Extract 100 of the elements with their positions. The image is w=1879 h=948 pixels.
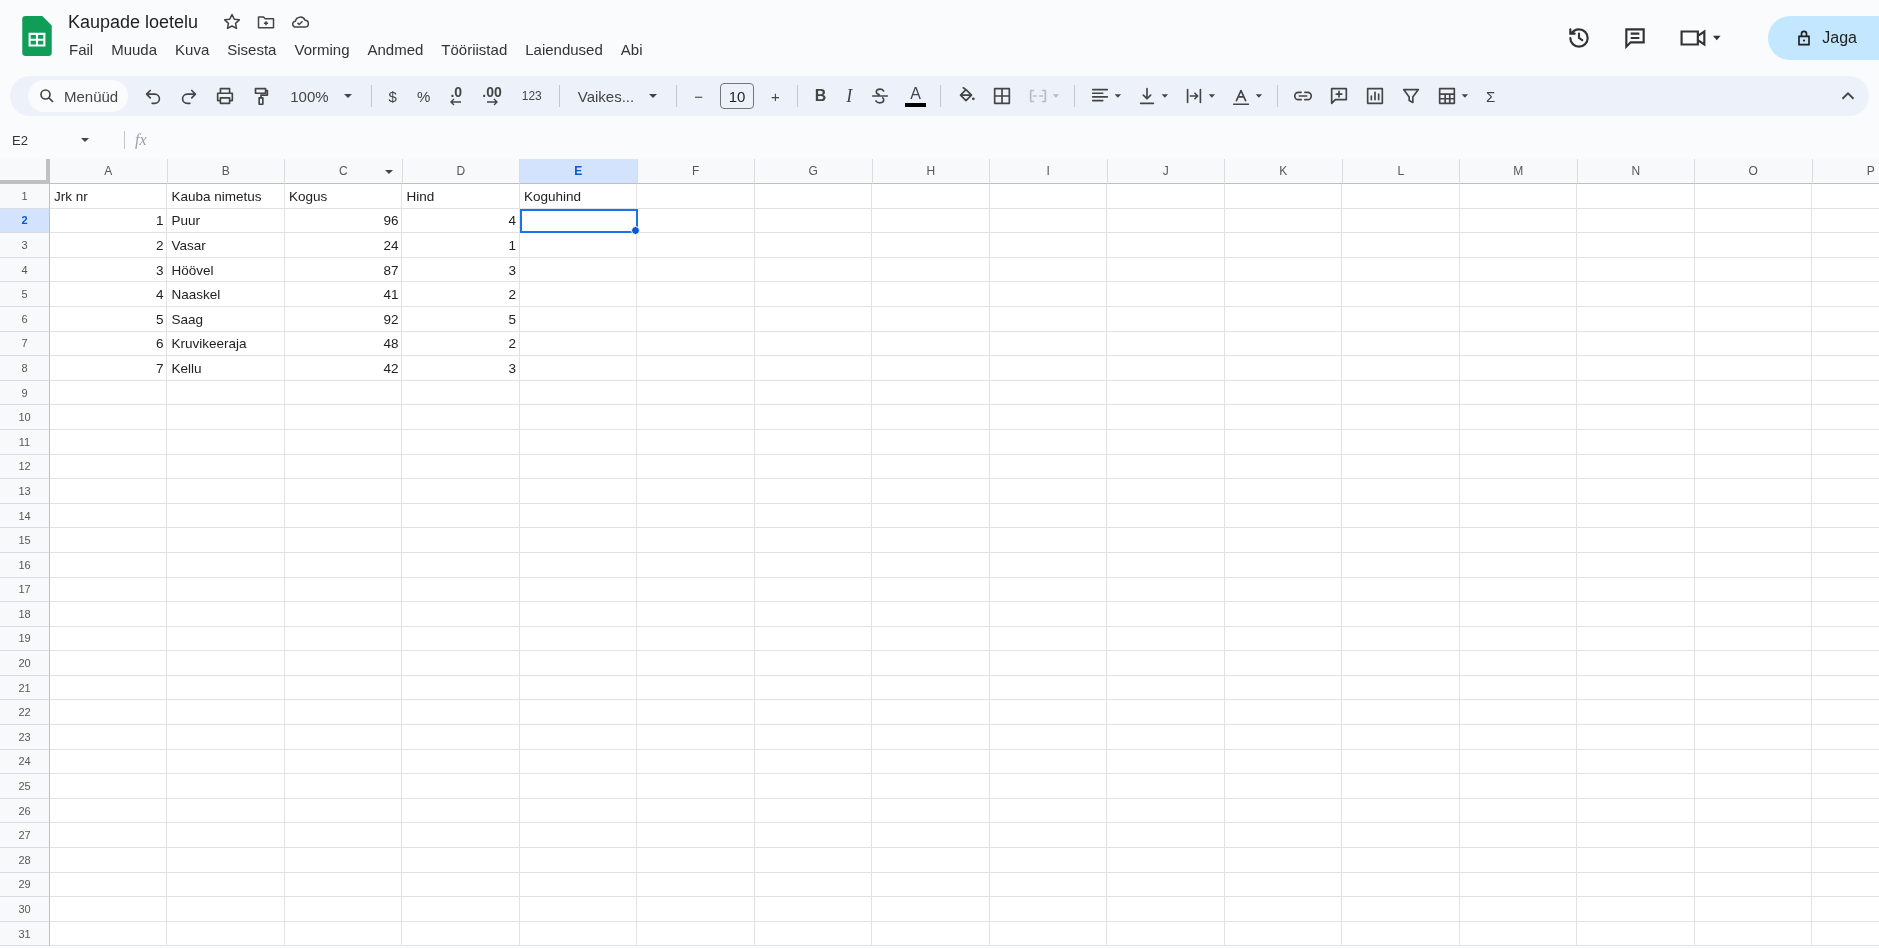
share-button[interactable]: Jaga bbox=[1768, 16, 1879, 60]
row-header[interactable]: 13 bbox=[0, 479, 50, 504]
table-cell-text: Kruvikeeraja bbox=[170, 335, 248, 354]
column-header[interactable]: A bbox=[50, 159, 168, 184]
row-header[interactable]: 22 bbox=[0, 700, 50, 726]
row-header[interactable]: 23 bbox=[0, 725, 50, 750]
row-header[interactable]: 3 bbox=[0, 233, 50, 258]
table-cell-text: 24 bbox=[382, 237, 400, 255]
column-header[interactable]: D bbox=[402, 159, 520, 184]
row-header[interactable]: 20 bbox=[0, 651, 50, 676]
table-cell-text: 4 bbox=[507, 212, 517, 231]
name-box[interactable]: E2 bbox=[12, 132, 108, 148]
menu-item[interactable]: Fail bbox=[68, 39, 102, 60]
row-header[interactable]: 10 bbox=[0, 405, 50, 430]
row-header[interactable]: 4 bbox=[0, 257, 50, 283]
row-header[interactable]: 29 bbox=[0, 872, 50, 898]
toolbar-button[interactable]: Σ bbox=[1482, 87, 1499, 105]
search-icon bbox=[38, 87, 56, 105]
menu-item[interactable]: Abi bbox=[612, 39, 651, 60]
row-header[interactable]: 31 bbox=[0, 921, 50, 947]
star-icon[interactable] bbox=[222, 12, 243, 32]
left-arrow-icon bbox=[450, 98, 463, 106]
column-header[interactable]: J bbox=[1107, 159, 1225, 184]
table-cell-text: Puur bbox=[170, 212, 202, 231]
row-header[interactable]: 27 bbox=[0, 823, 50, 849]
column-header[interactable]: H bbox=[872, 159, 990, 184]
column-header[interactable]: F bbox=[637, 159, 755, 184]
toolbar-button[interactable]: + bbox=[767, 87, 783, 105]
toolbar-dropdown[interactable]: 100% bbox=[286, 87, 357, 105]
row-header[interactable]: 25 bbox=[0, 774, 50, 799]
row-header[interactable]: 18 bbox=[0, 602, 50, 627]
row-header[interactable]: 8 bbox=[0, 356, 50, 381]
row-header[interactable]: 1 bbox=[0, 184, 50, 209]
table-cell-text: 7 bbox=[155, 359, 165, 378]
column-header[interactable]: I bbox=[990, 159, 1108, 184]
toolbar-button[interactable]: .0 bbox=[447, 86, 466, 106]
table-cell-text: Kogus bbox=[288, 187, 329, 206]
row-header[interactable]: 15 bbox=[0, 528, 50, 553]
toolbar-button[interactable]: I bbox=[843, 85, 856, 107]
row-header[interactable]: 2 bbox=[0, 208, 50, 234]
column-header[interactable]: M bbox=[1460, 159, 1578, 184]
caret-icon bbox=[79, 137, 90, 143]
row-header[interactable]: 11 bbox=[0, 429, 50, 455]
table-cell-text: Hind bbox=[405, 187, 436, 206]
right-arrow-icon bbox=[486, 98, 498, 106]
table-cell-text: 92 bbox=[382, 310, 400, 329]
row-header[interactable]: 17 bbox=[0, 577, 50, 603]
row-header[interactable]: 14 bbox=[0, 503, 50, 529]
row-header[interactable]: 24 bbox=[0, 749, 50, 775]
search-menus-field[interactable]: Menüüd bbox=[28, 80, 129, 112]
column-header[interactable]: E bbox=[520, 159, 638, 184]
column-header[interactable]: K bbox=[1225, 159, 1343, 184]
toolbar-button[interactable]: 123 bbox=[518, 89, 545, 103]
font-size-field[interactable]: 10 bbox=[719, 83, 754, 109]
column-header[interactable]: G bbox=[755, 159, 873, 184]
column-header[interactable]: L bbox=[1342, 159, 1460, 184]
selected-cell[interactable] bbox=[520, 208, 638, 234]
fill-handle[interactable] bbox=[630, 226, 640, 236]
table-cell-text: 1 bbox=[155, 212, 165, 231]
row-header[interactable]: 30 bbox=[0, 897, 50, 922]
row-header[interactable]: 6 bbox=[0, 306, 50, 332]
menu-item[interactable]: Muuda bbox=[103, 39, 166, 60]
row-header[interactable]: 7 bbox=[0, 331, 50, 357]
column-header[interactable]: O bbox=[1695, 159, 1813, 184]
toolbar-button[interactable]: $ bbox=[385, 87, 400, 105]
table-cell-text: 87 bbox=[382, 261, 400, 280]
table-cell-text: 4 bbox=[155, 286, 165, 305]
table-cell-text: 2 bbox=[507, 286, 517, 305]
table-cell-text: Höövel bbox=[170, 261, 215, 280]
table-cell-text: 3 bbox=[507, 359, 517, 378]
table-cell-text: 48 bbox=[382, 335, 400, 354]
table-cell-text: Vasar bbox=[170, 237, 207, 255]
column-header[interactable]: N bbox=[1577, 159, 1695, 184]
caret-icon[interactable] bbox=[383, 169, 394, 175]
toolbar-button[interactable]: B bbox=[811, 87, 830, 105]
row-header[interactable]: 28 bbox=[0, 848, 50, 873]
toolbar-button[interactable]: .00 bbox=[479, 86, 505, 106]
menu-item[interactable]: Andmed bbox=[359, 39, 432, 60]
column-header[interactable]: C bbox=[285, 159, 403, 184]
menu-item[interactable]: Sisesta bbox=[219, 39, 285, 60]
row-header[interactable]: 12 bbox=[0, 454, 50, 480]
toolbar-button[interactable]: − bbox=[691, 87, 706, 105]
table-cell-text: Saag bbox=[170, 310, 205, 329]
menu-item[interactable]: Laiendused bbox=[517, 39, 611, 60]
row-header[interactable]: 21 bbox=[0, 675, 50, 701]
menu-item[interactable]: Kuva bbox=[167, 39, 218, 60]
toolbar-button[interactable]: % bbox=[413, 87, 434, 105]
column-header[interactable]: B bbox=[167, 159, 285, 184]
row-header[interactable]: 5 bbox=[0, 282, 50, 307]
text-color-button[interactable]: A bbox=[905, 85, 926, 107]
row-header[interactable]: 9 bbox=[0, 380, 50, 406]
row-header[interactable]: 26 bbox=[0, 798, 50, 824]
row-header[interactable]: 16 bbox=[0, 552, 50, 578]
menu-item[interactable]: Tööriistad bbox=[433, 39, 516, 60]
column-header[interactable]: P bbox=[1812, 159, 1879, 184]
menu-item[interactable]: Vorming bbox=[286, 39, 358, 60]
document-title[interactable]: Kaupade loetelu bbox=[68, 11, 199, 33]
spreadsheet-logo-icon[interactable] bbox=[22, 16, 52, 56]
toolbar-dropdown[interactable]: Vaikes... bbox=[573, 87, 663, 105]
row-header[interactable]: 19 bbox=[0, 626, 50, 652]
